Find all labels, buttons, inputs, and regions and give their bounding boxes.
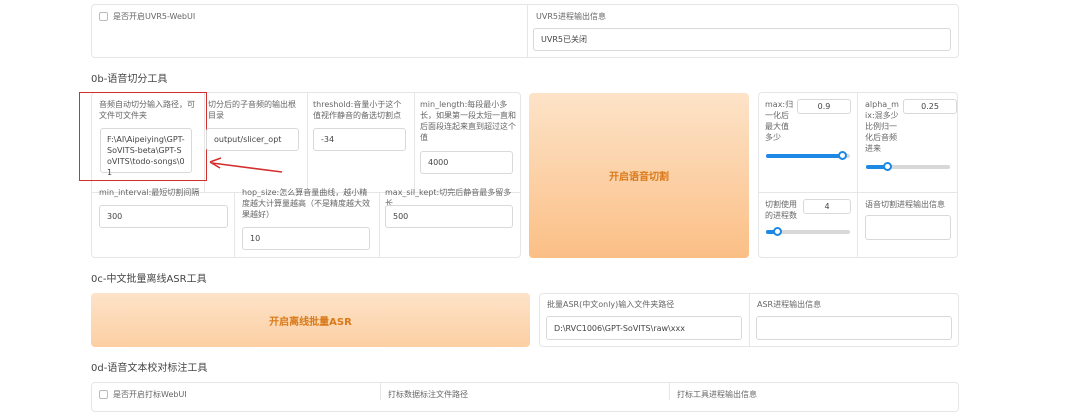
- asr-output-info-box[interactable]: [756, 316, 952, 340]
- max-slider-thumb[interactable]: [838, 151, 847, 160]
- asr-input-label: 批量ASR(中文only)输入文件夹路径: [547, 300, 675, 309]
- asr-input-field[interactable]: D:\RVC1006\GPT-SoVITS\raw\xxx: [546, 316, 742, 340]
- slicer-section-title: 0b-语音切分工具: [91, 74, 168, 85]
- asr-output-info-label: ASR进程输出信息: [757, 300, 822, 309]
- asr-section-title: 0c-中文批量离线ASR工具: [91, 274, 207, 285]
- proofread-checkbox[interactable]: [99, 390, 108, 399]
- slicer-col-divider-4: [234, 193, 235, 257]
- alpha-mix-label: alpha_mix:混多少比例归一化后音频进来: [865, 100, 899, 153]
- max-value-field[interactable]: 0.9: [797, 99, 851, 114]
- uvr5-checkbox[interactable]: [99, 12, 108, 21]
- hop-size-label: hop_size:怎么算音量曲线，越小精度越大计算量越高（不是精度越大效果越好）: [242, 188, 370, 219]
- slicer-output-info-box[interactable]: [865, 215, 951, 240]
- annotation-arrow: [209, 157, 283, 173]
- min-interval-label: min_interval:最短切割间隔: [99, 188, 200, 197]
- output-dir-field[interactable]: output/slicer_opt: [206, 128, 299, 151]
- proofread-output-info-label: 打标工具进程输出信息: [677, 390, 757, 399]
- alpha-mix-slider-thumb[interactable]: [883, 162, 892, 171]
- max-sil-kept-field[interactable]: 500: [385, 205, 513, 228]
- slicer-right-divider: [857, 93, 858, 257]
- proofread-section-title: 0d-语音文本校对标注工具: [91, 363, 208, 374]
- slicer-col-divider-5: [379, 193, 380, 257]
- max-label: max:归一化后最大值多少: [765, 100, 794, 142]
- annotation-highlight-box: [79, 92, 207, 181]
- process-count-field[interactable]: 4: [803, 199, 851, 214]
- proofread-divider-2: [669, 383, 670, 400]
- hop-size-field[interactable]: 10: [242, 227, 370, 250]
- proofread-panel: [91, 382, 959, 412]
- proofread-path-label: 打标数据标注文件路径: [388, 390, 468, 399]
- start-slicing-button[interactable]: 开启语音切割: [529, 93, 749, 258]
- slicer-col-divider-3: [414, 93, 415, 192]
- slicer-right-row-divider: [759, 192, 957, 193]
- asr-divider: [749, 294, 750, 346]
- min-length-label: min_length:每段最小多长，如果第一段太短一直和后面段连起来直到超过这个…: [420, 100, 516, 142]
- uvr5-divider: [527, 5, 528, 57]
- proofread-divider-1: [380, 383, 381, 400]
- alpha-mix-value-field[interactable]: 0.25: [903, 99, 957, 114]
- slicer-col-divider-2: [307, 93, 308, 192]
- slicer-output-info-label: 语音切割进程输出信息: [865, 200, 945, 209]
- threshold-label: threshold:音量小于这个值视作静音的备选切割点: [313, 100, 402, 120]
- process-count-slider-thumb[interactable]: [773, 227, 782, 236]
- min-interval-field[interactable]: 300: [99, 205, 228, 228]
- output-dir-label: 切分后的子音频的输出根目录: [208, 100, 296, 120]
- process-count-label: 切割使用的进程数: [765, 200, 797, 220]
- min-length-field[interactable]: 4000: [420, 151, 513, 174]
- uvr5-status-label: UVR5进程输出信息: [536, 12, 606, 21]
- threshold-field[interactable]: -34: [313, 128, 406, 151]
- uvr5-status-output[interactable]: UVR5已关闭: [533, 28, 951, 51]
- start-asr-button[interactable]: 开启离线批量ASR: [91, 293, 530, 347]
- max-slider-fill: [766, 154, 842, 158]
- uvr5-checkbox-label: 是否开启UVR5-WebUI: [113, 12, 196, 21]
- proofread-checkbox-label: 是否开启打标WebUI: [113, 390, 187, 399]
